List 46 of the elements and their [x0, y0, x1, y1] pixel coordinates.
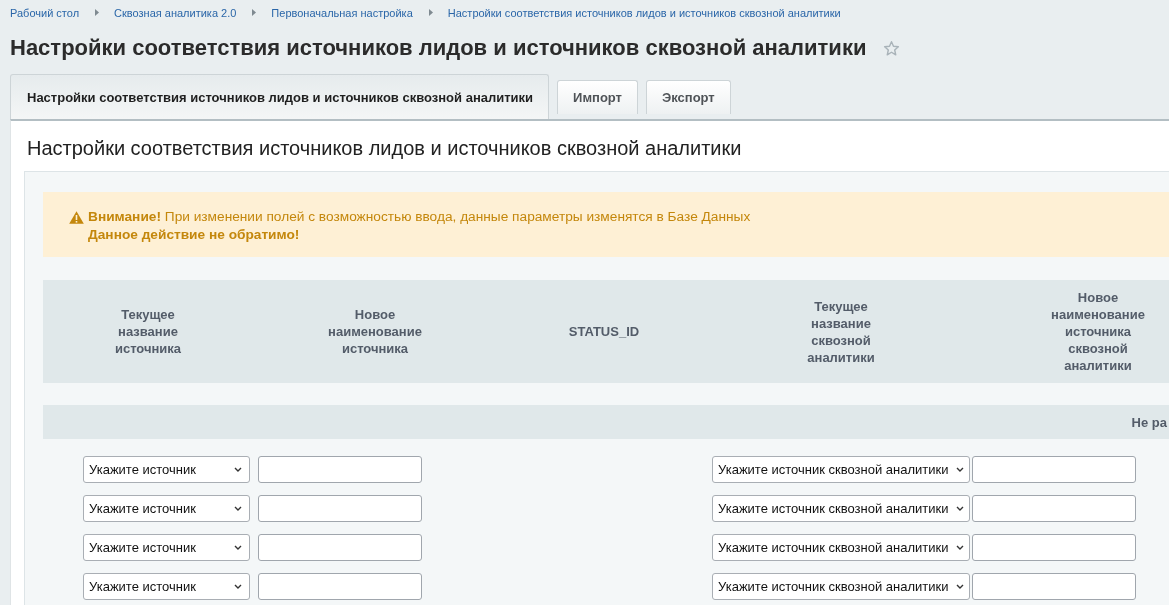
chevron-down-icon — [956, 506, 965, 511]
column-header: Текущее название сквозной аналитики — [807, 297, 875, 366]
breadcrumb-arrow-icon — [95, 9, 100, 16]
warning-note: Данное действие не обратимо! — [88, 226, 300, 244]
breadcrumb-arrow-icon — [252, 9, 257, 16]
chevron-down-icon — [234, 584, 242, 589]
column-header: Новое наименование источника сквозной аналитики — [1051, 289, 1145, 374]
source-select[interactable]: Укажите источник — [83, 495, 250, 522]
page-title: Настройки соответствия источников лидов и источников сквозной аналитики — [10, 35, 867, 61]
warning-icon — [69, 211, 84, 224]
analytics-name-input[interactable] — [972, 456, 1136, 483]
analytics-source-select[interactable]: Укажите источник сквозной аналитики — [712, 534, 970, 561]
breadcrumb-arrow-icon — [428, 9, 433, 16]
chevron-down-icon — [234, 506, 242, 511]
column-header: Новое наименование источника — [328, 306, 422, 357]
source-select[interactable]: Укажите источник — [83, 456, 250, 483]
source-name-input[interactable] — [258, 456, 422, 483]
analytics-source-select[interactable]: Укажите источник сквозной аналитики — [712, 495, 970, 522]
column-header: STATUS_ID — [568, 323, 640, 340]
source-name-input[interactable] — [258, 573, 422, 600]
section-title: Настройки соответствия источников лидов и источников сквозной аналитики — [27, 136, 743, 160]
chevron-down-icon — [956, 545, 965, 550]
analytics-source-select[interactable]: Укажите источник сквозной аналитики — [712, 456, 970, 483]
tab[interactable]: Импорт — [557, 80, 638, 114]
breadcrumb-link[interactable]: Настройки соответствия источников лидов и источников сквозной аналитики — [447, 6, 841, 19]
tab[interactable]: Экспорт — [645, 80, 731, 114]
group-label: Не ра — [1131, 414, 1167, 430]
chevron-down-icon — [234, 467, 242, 472]
analytics-source-select[interactable]: Укажите источник сквозной аналитики — [712, 573, 970, 600]
chevron-down-icon — [234, 545, 242, 550]
warning-message: Внимание! При изменении полей с возможностью ввода, данные параметры изменятся в Базе Данных — [88, 208, 751, 226]
star-icon[interactable] — [883, 39, 901, 57]
breadcrumb-link[interactable]: Рабочий стол — [10, 6, 80, 19]
tab[interactable]: Настройки соответствия источников лидов и источников сквозной аналитики — [10, 74, 550, 119]
source-select[interactable]: Укажите источник — [83, 573, 250, 600]
column-header: Текущее название источника — [114, 306, 182, 357]
analytics-name-input[interactable] — [972, 495, 1136, 522]
source-select[interactable]: Укажите источник — [83, 534, 250, 561]
analytics-name-input[interactable] — [972, 573, 1136, 600]
analytics-name-input[interactable] — [972, 534, 1136, 561]
source-name-input[interactable] — [258, 495, 422, 522]
breadcrumb-link[interactable]: Сквозная аналитика 2.0 — [114, 6, 237, 19]
chevron-down-icon — [956, 467, 965, 472]
chevron-down-icon — [956, 584, 965, 589]
source-name-input[interactable] — [258, 534, 422, 561]
breadcrumb-link[interactable]: Первоначальная настройка — [271, 6, 413, 19]
